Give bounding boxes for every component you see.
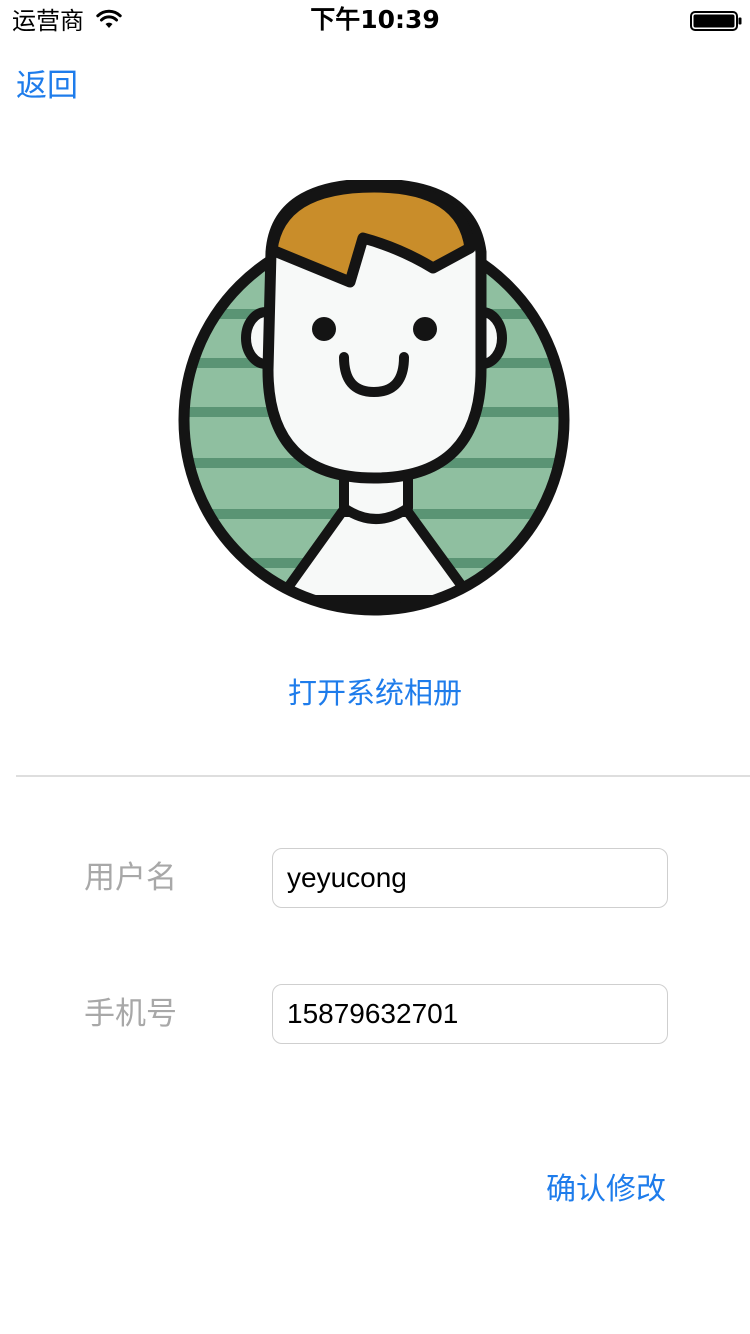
phone-label: 手机号	[84, 996, 177, 1032]
edit-profile-screen: 运营商 下午10:39 返回 打开系统相册 用户名 yeyucong 手机号 1…	[0, 0, 750, 1334]
divider	[16, 775, 750, 777]
status-bar: 运营商 下午10:39	[0, 0, 750, 40]
status-time: 下午10:39	[310, 5, 440, 34]
confirm-button[interactable]: 确认修改	[546, 1170, 666, 1210]
username-label: 用户名	[84, 860, 177, 896]
username-input[interactable]	[272, 848, 668, 908]
open-album-button[interactable]: 打开系统相册	[0, 673, 750, 713]
back-button[interactable]: 返回	[16, 66, 78, 106]
battery-icon	[690, 11, 742, 31]
avatar-image[interactable]	[176, 180, 572, 622]
phone-input[interactable]	[272, 984, 668, 1044]
